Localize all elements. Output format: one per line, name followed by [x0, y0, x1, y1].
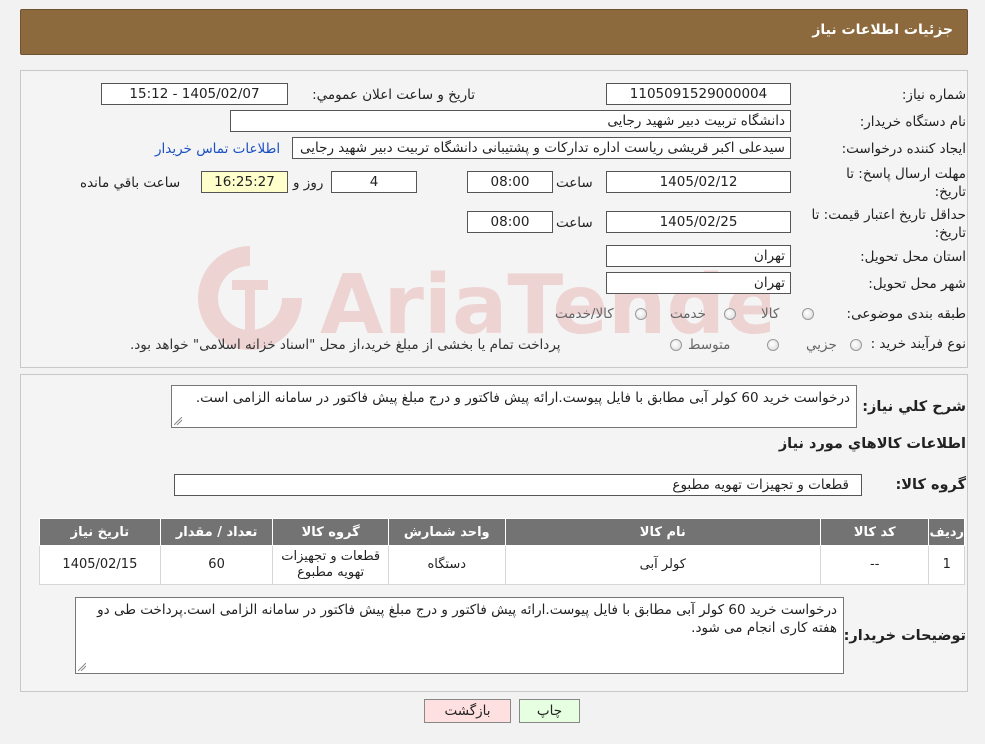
process-label: نوع فرآیند خرید : — [870, 336, 966, 352]
cell-code: -- — [819, 545, 930, 585]
process-radio-minor[interactable] — [850, 339, 862, 351]
need-number-label: شماره نیاز: — [901, 87, 966, 103]
resize-grip-icon[interactable] — [174, 417, 182, 425]
province-field: تهران — [606, 245, 791, 267]
deadline-label-date: تاریخ: — [934, 184, 966, 200]
category-option-goods: کالا — [761, 306, 780, 322]
need-number-field: 1105091529000004 — [606, 83, 791, 105]
items-table-header: رديف کد کالا نام کالا واحد شمارش گروه کا… — [39, 518, 965, 546]
buyer-notes-text: درخواست خرید 60 کولر آبی مطابق با فایل پ… — [97, 602, 837, 636]
buyer-org-field: دانشگاه تربیت دبیر شهید رجایی — [230, 110, 791, 132]
deadline-time-label: ساعت — [556, 175, 593, 191]
col-need-date: تاريخ نياز — [39, 518, 161, 546]
city-label: شهر محل تحویل: — [868, 276, 966, 292]
summary-label: شرح کلي نياز: — [862, 399, 966, 415]
items-table: رديف کد کالا نام کالا واحد شمارش گروه کا… — [39, 518, 965, 585]
category-radio-goods-service[interactable] — [635, 308, 647, 320]
requester-field: سیدعلی اکبر قریشی ریاست اداره تدارکات و … — [292, 137, 791, 159]
price-validity-label: حداقل تاريخ اعتبار قيمت: تا — [811, 207, 966, 223]
province-label: استان محل تحویل: — [860, 249, 966, 265]
requester-label: ایجاد کننده درخواست: — [841, 141, 966, 157]
items-section-title: اطلاعات کالاهاي مورد نياز — [778, 436, 966, 452]
days-remaining-field: 4 — [331, 171, 417, 193]
print-button[interactable]: چاپ — [519, 699, 580, 723]
summary-text: درخواست خرید 60 کولر آبی مطابق با فایل پ… — [195, 390, 850, 406]
goods-group-field: قطعات و تجهیزات تهویه مطبوع — [174, 474, 862, 496]
process-radio-medium[interactable] — [767, 339, 779, 351]
category-label: طبقه بندی موضوعی: — [846, 306, 966, 322]
buyer-notes-label: توضيحات خريدار: — [843, 628, 966, 644]
category-radio-service[interactable] — [724, 308, 736, 320]
col-row: رديف — [928, 518, 965, 546]
goods-group-label: گروه کالا: — [895, 477, 966, 493]
cell-group: قطعات و تجهیزات تهویه مطبوع — [272, 545, 389, 585]
category-option-goods-service: کالا/خدمت — [555, 306, 614, 322]
page-title: جزئیات اطلاعات نیاز — [812, 22, 953, 38]
resize-grip-icon[interactable] — [78, 663, 86, 671]
announce-label: تاریخ و ساعت اعلان عمومي: — [312, 87, 475, 103]
col-code: کد کالا — [819, 518, 930, 546]
col-unit: واحد شمارش — [387, 518, 506, 546]
summary-textbox[interactable]: درخواست خرید 60 کولر آبی مطابق با فایل پ… — [171, 385, 857, 428]
deadline-label: مهلت ارسال پاسخ: تا — [846, 166, 966, 182]
buyer-notes-textbox[interactable]: درخواست خرید 60 کولر آبی مطابق با فایل پ… — [75, 597, 844, 674]
announce-datetime-field: 1405/02/07 - 15:12 — [101, 83, 288, 105]
process-option-medium: متوسط — [688, 337, 731, 353]
col-name: نام کالا — [504, 518, 821, 546]
category-radio-goods[interactable] — [802, 308, 814, 320]
cell-unit: دستگاه — [387, 545, 506, 585]
deadline-date-field: 1405/02/12 — [606, 171, 791, 193]
buyer-contact-link[interactable]: اطلاعات تماس خریدار — [155, 141, 280, 157]
price-validity-time-field: 08:00 — [467, 211, 553, 233]
table-row[interactable]: 1 -- کولر آبی دستگاه قطعات و تجهیزات تهو… — [39, 545, 965, 585]
process-option-minor: جزیي — [806, 337, 837, 353]
page-header: جزئیات اطلاعات نیاز — [20, 9, 968, 55]
back-button[interactable]: بازگشت — [424, 699, 511, 723]
remaining-time-field: 16:25:27 — [201, 171, 288, 193]
price-validity-date-field: 1405/02/25 — [606, 211, 791, 233]
col-group: گروه کالا — [272, 518, 389, 546]
cell-name: کولر آبی — [504, 545, 821, 585]
buyer-org-label: نام دستگاه خریدار: — [859, 114, 966, 130]
process-radio-treasury[interactable] — [670, 339, 682, 351]
category-option-service: خدمت — [670, 306, 706, 322]
price-validity-time-label: ساعت — [556, 215, 593, 231]
cell-row: 1 — [928, 545, 965, 585]
remaining-time-label: ساعت باقي مانده — [80, 175, 181, 191]
city-field: تهران — [606, 272, 791, 294]
deadline-time-field: 08:00 — [467, 171, 553, 193]
days-label: روز و — [293, 175, 324, 191]
cell-quantity: 60 — [159, 545, 274, 585]
price-validity-label-date: تاريخ: — [934, 225, 966, 241]
col-quantity: تعداد / مقدار — [159, 518, 274, 546]
cell-need-date: 1405/02/15 — [39, 545, 161, 585]
process-treasury-note: پرداخت تمام یا بخشی از مبلغ خرید،از محل … — [130, 337, 561, 353]
